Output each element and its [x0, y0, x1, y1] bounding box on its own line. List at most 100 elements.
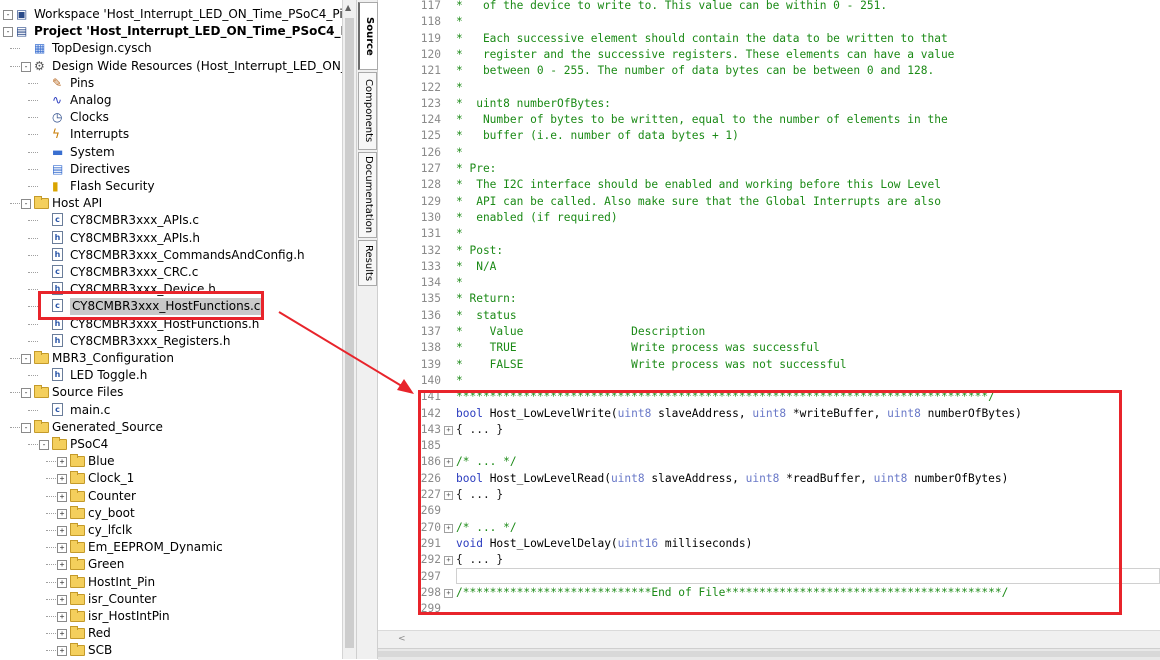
tree-item[interactable]: ∿ Analog	[0, 92, 342, 109]
tree-item[interactable]: h CY8CMBR3xxx_Registers.h	[0, 333, 342, 350]
tree-item[interactable]: - ⚙ Design Wide Resources (Host_Interrupt_…	[0, 58, 342, 75]
tree-item[interactable]: ▬ System	[0, 144, 342, 161]
tree-item-label: main.c	[70, 403, 111, 417]
code-line[interactable]: 123 * uint8 numberOfBytes:	[378, 96, 1160, 112]
code-line[interactable]: 119 * Each successive element should cont…	[378, 31, 1160, 47]
code-line[interactable]: 136 * status	[378, 308, 1160, 324]
collapse-node-icon[interactable]: -	[3, 27, 13, 37]
scroll-left-arrow-icon[interactable]: <	[398, 634, 406, 644]
collapse-node-icon[interactable]: -	[39, 440, 49, 450]
tree-item-label: Clocks	[70, 110, 109, 124]
tree-item[interactable]: ▦ TopDesign.cysch	[0, 40, 342, 57]
code-line[interactable]: 118 *	[378, 14, 1160, 30]
expand-node-icon[interactable]: +	[57, 560, 67, 570]
code-line[interactable]: 121 * between 0 - 255. The number of data…	[378, 63, 1160, 79]
expand-node-icon[interactable]: +	[57, 612, 67, 622]
code-line[interactable]: 122 *	[378, 80, 1160, 96]
tree-item[interactable]: + HostInt_Pin	[0, 574, 342, 591]
tree-item[interactable]: + cy_boot	[0, 505, 342, 522]
tree-item[interactable]: h CY8CMBR3xxx_APIs.h	[0, 230, 342, 247]
tree-item[interactable]: - ▣ Workspace 'Host_Interrupt_LED_ON_Time_…	[0, 6, 342, 23]
expand-node-icon[interactable]: +	[57, 646, 67, 656]
expand-node-icon[interactable]: +	[57, 509, 67, 519]
code-line[interactable]: 133 * N/A	[378, 259, 1160, 275]
code-line[interactable]: 117 * of the device to write to. This val…	[378, 0, 1160, 14]
collapse-node-icon[interactable]: -	[21, 62, 31, 72]
tree-item[interactable]: + cy_lfclk	[0, 522, 342, 539]
tree-item[interactable]: ϟ Interrupts	[0, 126, 342, 143]
code-line[interactable]: 127 * Pre:	[378, 161, 1160, 177]
folder-icon	[70, 609, 85, 622]
tree-item[interactable]: + Red	[0, 625, 342, 642]
expand-node-icon[interactable]: +	[57, 492, 67, 502]
code-text: * Value Description	[456, 325, 706, 338]
code-line[interactable]: 128 * The I2C interface should be enabled…	[378, 177, 1160, 193]
code-text: * Each successive element should contain…	[456, 32, 948, 45]
design-resources-icon: ⚙	[34, 59, 45, 73]
tree-item[interactable]: c CY8CMBR3xxx_CRC.c	[0, 264, 342, 281]
tree-item[interactable]: + Em_EEPROM_Dynamic	[0, 539, 342, 556]
expand-node-icon[interactable]: +	[57, 578, 67, 588]
tree-item[interactable]: ▤ Directives	[0, 161, 342, 178]
tree-item[interactable]: + Counter	[0, 488, 342, 505]
code-line[interactable]: 120 * register and the successive registe…	[378, 47, 1160, 63]
expand-node-icon[interactable]: +	[57, 526, 67, 536]
tree-item[interactable]: h LED Toggle.h	[0, 367, 342, 384]
tree-item[interactable]: - Host API	[0, 195, 342, 212]
code-line[interactable]: 135 * Return:	[378, 291, 1160, 307]
tree-item[interactable]: ▮ Flash Security	[0, 178, 342, 195]
tree-item[interactable]: - PSoC4	[0, 436, 342, 453]
tree-item[interactable]: - Source Files	[0, 384, 342, 401]
expand-node-icon[interactable]: +	[57, 474, 67, 484]
tab-components[interactable]: Components	[358, 72, 377, 150]
tree-item-label: HostInt_Pin	[88, 575, 156, 589]
tree-item[interactable]: ✎ Pins	[0, 75, 342, 92]
tree-item[interactable]: c main.c	[0, 402, 342, 419]
tree-item[interactable]: + isr_Counter	[0, 591, 342, 608]
tab-source[interactable]: Source	[358, 2, 378, 70]
output-panel-splitter[interactable]	[378, 648, 1160, 660]
code-text: * TRUE Write process was successful	[456, 341, 820, 354]
collapse-node-icon[interactable]: -	[21, 423, 31, 433]
code-line[interactable]: 132 * Post:	[378, 243, 1160, 259]
code-text: * uint8 numberOfBytes:	[456, 97, 611, 110]
scroll-up-arrow-icon[interactable]: ▲	[345, 3, 351, 12]
tree-scrollbar-thumb[interactable]	[345, 18, 354, 648]
tree-item[interactable]: + SCB	[0, 642, 342, 659]
tree-item[interactable]: - MBR3_Configuration	[0, 350, 342, 367]
line-number: 127	[420, 162, 441, 175]
tree-item[interactable]: c CY8CMBR3xxx_APIs.c	[0, 212, 342, 229]
code-line[interactable]: 134 *	[378, 275, 1160, 291]
code-line[interactable]: 140 *	[378, 373, 1160, 389]
code-line[interactable]: 138 * TRUE Write process was successful	[378, 340, 1160, 356]
code-line[interactable]: 139 * FALSE Write process was not success…	[378, 357, 1160, 373]
code-line[interactable]: 137 * Value Description	[378, 324, 1160, 340]
tree-item[interactable]: - Generated_Source	[0, 419, 342, 436]
tree-item[interactable]: + isr_HostIntPin	[0, 608, 342, 625]
tree-item[interactable]: - ▤ Project 'Host_Interrupt_LED_ON_Time_PS…	[0, 23, 342, 40]
collapse-node-icon[interactable]: -	[3, 10, 13, 20]
tree-item[interactable]: + Blue	[0, 453, 342, 470]
tab-results[interactable]: Results	[358, 240, 377, 286]
tree-item[interactable]: h CY8CMBR3xxx_CommandsAndConfig.h	[0, 247, 342, 264]
code-line[interactable]: 124 * Number of bytes to be written, equa…	[378, 112, 1160, 128]
code-line[interactable]: 126 *	[378, 145, 1160, 161]
expand-node-icon[interactable]: +	[57, 595, 67, 605]
expand-node-icon[interactable]: +	[57, 457, 67, 467]
collapse-node-icon[interactable]: -	[21, 199, 31, 209]
expand-node-icon[interactable]: +	[57, 543, 67, 553]
tab-documentation[interactable]: Documentation	[358, 152, 377, 238]
code-line[interactable]: 129 * API can be called. Also make sure t…	[378, 194, 1160, 210]
tree-item[interactable]: + Clock_1	[0, 470, 342, 487]
collapse-node-icon[interactable]: -	[21, 354, 31, 364]
tree-item[interactable]: ◷ Clocks	[0, 109, 342, 126]
editor-horizontal-scrollbar[interactable]: <	[378, 630, 1160, 648]
code-line[interactable]: 130 * enabled (if required)	[378, 210, 1160, 226]
code-line[interactable]: 125 * buffer (i.e. number of data bytes +…	[378, 128, 1160, 144]
code-line[interactable]: 131 *	[378, 226, 1160, 242]
system-icon: ▬	[52, 145, 64, 159]
tree-item[interactable]: + Green	[0, 556, 342, 573]
collapse-node-icon[interactable]: -	[21, 388, 31, 398]
expand-node-icon[interactable]: +	[57, 629, 67, 639]
tree-vertical-scrollbar[interactable]: ▲	[342, 0, 357, 659]
